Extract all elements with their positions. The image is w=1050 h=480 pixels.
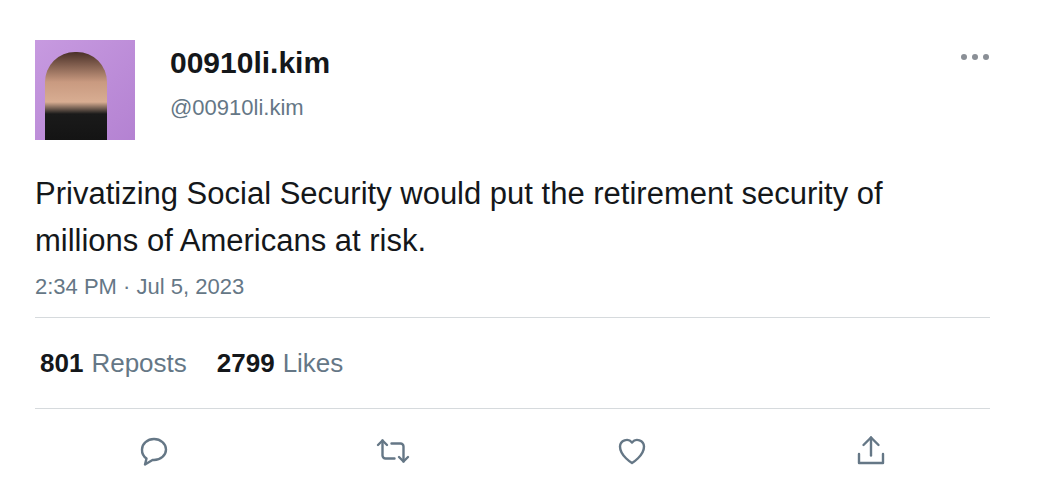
stat-item[interactable]: 2799Likes [217, 345, 344, 381]
author-handle[interactable]: @00910li.kim [170, 94, 925, 122]
more-icon[interactable] [960, 52, 990, 62]
stats-row: 801Reposts 2799Likes [35, 317, 990, 409]
author-info: 00910li.kim @00910li.kim [170, 40, 925, 122]
tweet-timestamp[interactable]: 2:34 PM · Jul 5, 2023 [35, 272, 990, 302]
stat-label: Likes [283, 345, 344, 381]
action-button[interactable] [853, 433, 889, 469]
reply-icon[interactable] [136, 433, 172, 469]
tweet-header: 00910li.kim @00910li.kim [35, 40, 990, 140]
action-button[interactable] [136, 433, 172, 469]
tweet-text: Privatizing Social Security would put th… [35, 170, 885, 264]
stat-count: 2799 [217, 345, 275, 381]
action-button[interactable] [614, 433, 650, 469]
tweet-page: 00910li.kim @00910li.kim Privatizing Socia… [0, 0, 1050, 480]
stat-label: Reposts [91, 345, 186, 381]
author-name[interactable]: 00910li.kim [170, 44, 925, 82]
share-icon[interactable] [853, 433, 889, 469]
stat-item[interactable]: 801Reposts [40, 345, 187, 381]
like-icon[interactable] [614, 433, 650, 469]
action-button[interactable] [375, 433, 411, 469]
actions-row [35, 409, 990, 469]
avatar-photo[interactable] [35, 40, 135, 140]
stat-count: 801 [40, 345, 83, 381]
avatar-figure [45, 52, 107, 140]
repost-icon[interactable] [375, 433, 411, 469]
